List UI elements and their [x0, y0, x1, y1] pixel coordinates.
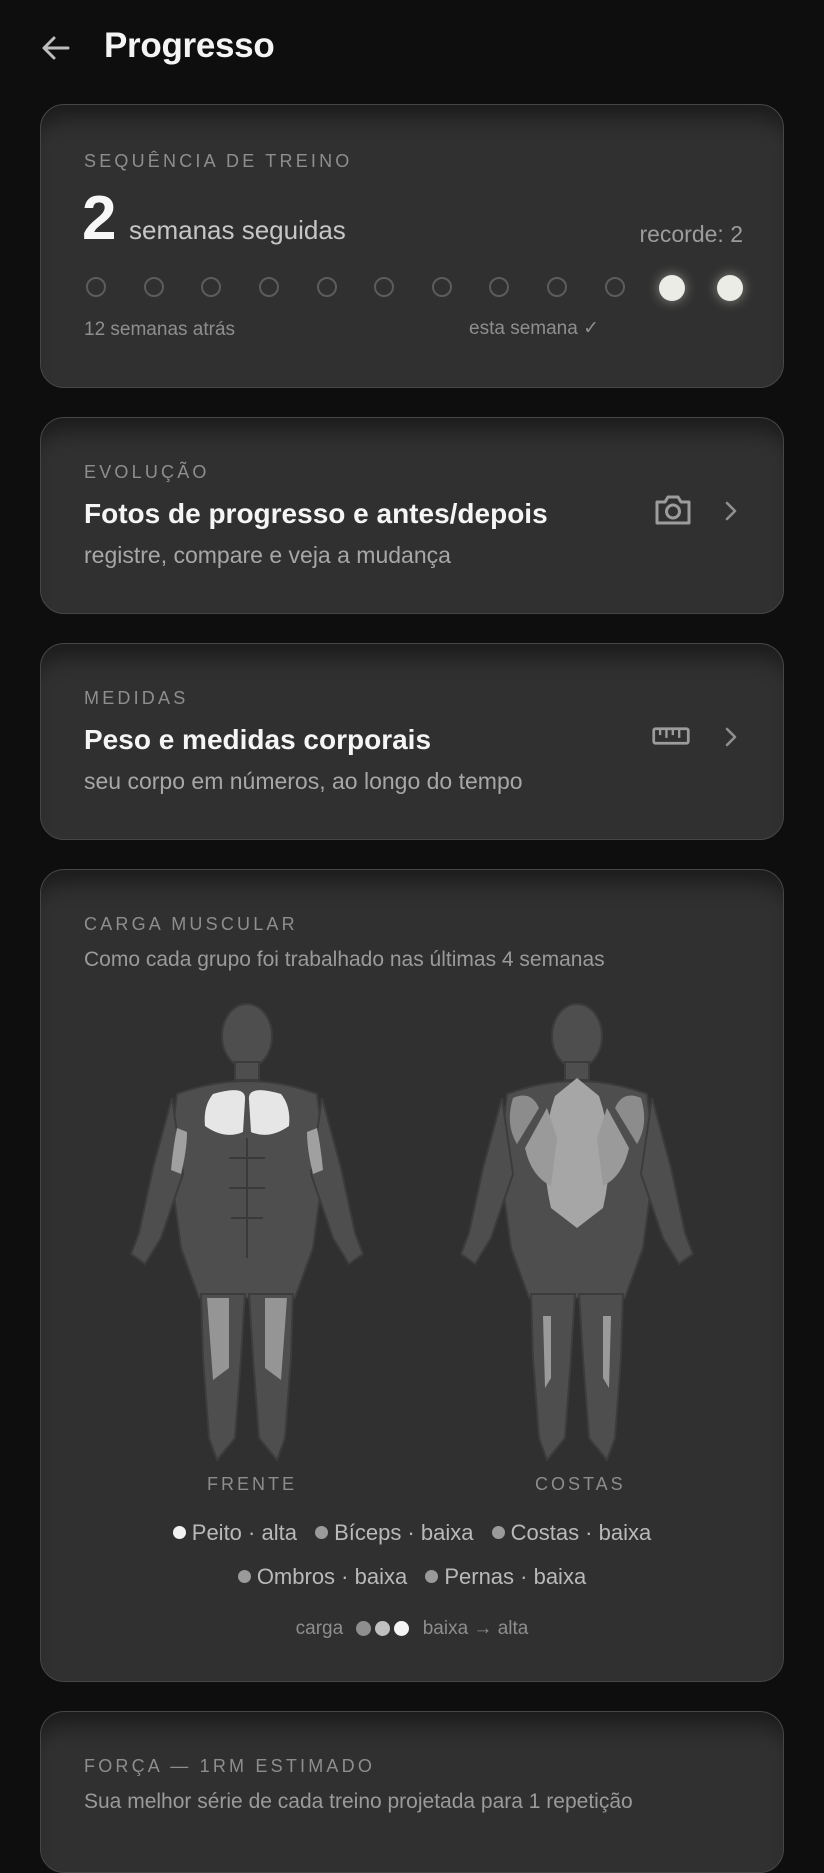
week-dot — [374, 277, 395, 297]
load-dot-icon — [172, 1526, 186, 1539]
legend-row-2: Ombros · baixa Pernas · baixa — [41, 1564, 783, 1590]
chevron-right-icon — [725, 501, 737, 521]
week-dot — [431, 277, 452, 297]
legend-item-biceps: Bíceps · baixa — [315, 1520, 473, 1546]
streak-end-label: esta semana ✓ — [469, 318, 599, 339]
strength-overline: FORÇA — 1RM ESTIMADO — [84, 1756, 376, 1776]
legend-item-shoulders: Ombros · baixa — [237, 1564, 407, 1590]
legend-row-1: Peito · alta Bíceps · baixa Costas · bai… — [41, 1520, 783, 1546]
legend-item-chest: Peito · alta — [172, 1520, 297, 1546]
back-arrow-icon[interactable] — [38, 30, 74, 66]
back-label: COSTAS — [535, 1474, 626, 1494]
scale-dot-mid-icon — [375, 1621, 391, 1637]
week-dot — [717, 275, 743, 301]
week-dot — [659, 275, 686, 301]
week-dot — [143, 277, 164, 297]
week-dot — [258, 277, 279, 297]
streak-card: SEQUÊNCIA DE TREINO 2 semanas seguidas r… — [40, 104, 784, 388]
evolution-subtitle: registre, compare e veja a mudança — [84, 542, 451, 568]
measures-overline: MEDIDAS — [84, 688, 189, 708]
legend-item-back: Costas · baixa — [491, 1520, 651, 1546]
evolution-title: Fotos de progresso e antes/depois — [84, 498, 548, 529]
evolution-card[interactable]: EVOLUÇÃO Fotos de progresso e antes/depo… — [40, 417, 784, 614]
streak-start-label: 12 semanas atrás — [84, 319, 236, 340]
ruler-icon — [652, 727, 690, 745]
measures-subtitle: seu corpo em números, ao longo do tempo — [84, 768, 523, 794]
streak-record: recorde: 2 — [639, 221, 743, 247]
week-dots — [83, 275, 743, 305]
week-dot — [86, 277, 106, 297]
load-dot-icon — [491, 1526, 505, 1539]
measures-title: Peso e medidas corporais — [84, 724, 432, 755]
load-dot-icon — [425, 1570, 439, 1583]
front-label: FRENTE — [207, 1474, 297, 1494]
week-dot — [489, 277, 510, 297]
page-title: Progresso — [104, 26, 275, 65]
streak-count: 2 — [82, 184, 117, 253]
load-dot-icon — [315, 1526, 329, 1539]
muscle-load-overline: CARGA MUSCULAR — [84, 914, 298, 934]
chevron-right-icon — [725, 727, 737, 747]
top-bar: Progresso — [0, 0, 824, 100]
strength-card: FORÇA — 1RM ESTIMADO Sua melhor série de… — [40, 1711, 784, 1873]
week-dot — [201, 277, 222, 297]
scale-suffix: baixa → alta — [422, 1618, 529, 1639]
evolution-overline: EVOLUÇÃO — [84, 462, 210, 482]
week-dot — [316, 277, 337, 297]
muscle-load-subtitle: Como cada grupo foi trabalhado nas últim… — [84, 948, 605, 971]
streak-count-label: semanas seguidas — [129, 215, 346, 245]
scale-dot-high-icon — [394, 1621, 410, 1637]
camera-icon — [655, 495, 691, 525]
legend-item-legs: Pernas · baixa — [425, 1564, 586, 1590]
measures-card[interactable]: MEDIDAS Peso e medidas corporais seu cor… — [40, 643, 784, 840]
body-front-figure — [129, 1003, 365, 1462]
streak-overline: SEQUÊNCIA DE TREINO — [84, 151, 353, 171]
scale-prefix: carga — [295, 1618, 344, 1639]
load-dot-icon — [237, 1570, 251, 1583]
load-scale: carga baixa → alta — [41, 1618, 783, 1640]
strength-subtitle: Sua melhor série de cada treino projetad… — [84, 1790, 633, 1813]
scale-dot-low-icon — [356, 1621, 372, 1637]
week-dot — [604, 277, 625, 297]
muscle-load-card: CARGA MUSCULAR Como cada grupo foi traba… — [40, 869, 784, 1682]
body-back-figure — [459, 1003, 695, 1462]
week-dot — [547, 277, 568, 297]
